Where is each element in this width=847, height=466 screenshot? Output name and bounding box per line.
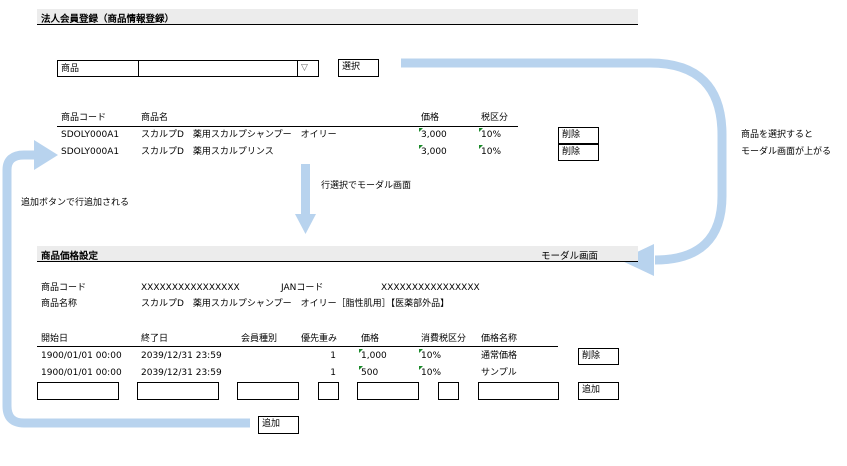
page-header: 法人会員登録（商品情報登録） bbox=[37, 9, 638, 25]
row-priority: 1 bbox=[330, 351, 336, 361]
row-priority: 1 bbox=[330, 368, 336, 378]
name-label: 商品名称 bbox=[41, 299, 78, 309]
row-tax: 10% bbox=[481, 130, 502, 140]
select-note-line2: モーダル画面が上がる bbox=[741, 147, 832, 157]
new-price-input[interactable] bbox=[357, 382, 419, 400]
new-tax-input[interactable] bbox=[438, 382, 459, 400]
col-header-product-name: 商品名 bbox=[141, 113, 169, 123]
new-end-input[interactable] bbox=[137, 382, 219, 400]
col-header-priority: 優先重み bbox=[301, 334, 338, 344]
row-price: 3,000 bbox=[421, 147, 447, 157]
row-price: 1,000 bbox=[361, 351, 387, 361]
name-value: スカルプD 薬用スカルプシャンプー オイリー［脂性肌用］【医薬部外品】 bbox=[141, 299, 450, 309]
col-header-price: 価格 bbox=[421, 113, 440, 123]
modal-label: モーダル画面 bbox=[541, 251, 599, 262]
row-product-name: スカルプD 薬用スカルプリンス bbox=[141, 147, 274, 157]
col-header-tax: 税区分 bbox=[481, 113, 509, 123]
row-start: 1900/01/01 00:00 bbox=[41, 368, 122, 378]
add-row-button[interactable]: 追加 bbox=[578, 382, 619, 400]
row-price-name: 通常価格 bbox=[481, 351, 518, 361]
new-priority-input[interactable] bbox=[318, 382, 339, 400]
modal-header: 商品価格設定 モーダル画面 bbox=[37, 246, 638, 262]
page-header-underline bbox=[37, 24, 638, 25]
row-end: 2039/12/31 23:59 bbox=[141, 368, 222, 378]
row-select-note: 行選択でモーダル画面 bbox=[321, 181, 412, 191]
chevron-down-icon[interactable]: ▽ bbox=[301, 62, 308, 74]
jan-label: JANコード bbox=[281, 283, 324, 293]
add-button[interactable]: 追加 bbox=[258, 416, 299, 434]
jan-value: XXXXXXXXXXXXXXXX bbox=[381, 283, 480, 293]
delete-button[interactable]: 削除 bbox=[558, 127, 599, 144]
code-value: XXXXXXXXXXXXXXXX bbox=[141, 283, 240, 293]
product-label: 商品 bbox=[61, 64, 80, 74]
delete-button[interactable]: 削除 bbox=[558, 144, 599, 161]
row-product-code: SDOLY000A1 bbox=[61, 130, 120, 140]
dropdown-divider bbox=[297, 61, 298, 76]
product-table-header-line bbox=[57, 126, 518, 127]
row-price: 3,000 bbox=[421, 130, 447, 140]
select-note-line1: 商品を選択すると bbox=[741, 130, 814, 140]
row-tax: 10% bbox=[421, 351, 442, 361]
modal-header-underline bbox=[37, 261, 638, 262]
row-select-arrow-shaft bbox=[301, 164, 310, 214]
row-add-arrowhead bbox=[34, 140, 58, 170]
row-start: 1900/01/01 00:00 bbox=[41, 351, 122, 361]
delete-button[interactable]: 削除 bbox=[578, 348, 619, 365]
row-price-name: サンプル bbox=[481, 368, 517, 378]
col-header-product-code: 商品コード bbox=[61, 113, 107, 123]
select-button[interactable]: 選択 bbox=[338, 59, 379, 77]
new-price-name-input[interactable] bbox=[478, 382, 559, 400]
new-member-input[interactable] bbox=[237, 382, 299, 400]
code-label: 商品コード bbox=[41, 283, 87, 293]
modal-open-arrow bbox=[401, 58, 727, 265]
row-price: 500 bbox=[361, 368, 379, 378]
new-start-input[interactable] bbox=[37, 382, 119, 400]
row-product-name: スカルプD 薬用スカルプシャンプー オイリー bbox=[141, 130, 337, 140]
row-end: 2039/12/31 23:59 bbox=[141, 351, 222, 361]
product-select[interactable]: ▽ bbox=[138, 60, 319, 77]
row-product-code: SDOLY000A1 bbox=[61, 147, 120, 157]
add-note: 追加ボタンで行追加される bbox=[21, 198, 130, 208]
row-tax: 10% bbox=[481, 147, 502, 157]
col-header-price-name: 価格名称 bbox=[481, 334, 518, 344]
product-label-cell: 商品 bbox=[57, 60, 139, 77]
col-header-start: 開始日 bbox=[41, 334, 69, 344]
price-table-header-line bbox=[37, 346, 558, 347]
row-select-arrowhead bbox=[295, 214, 316, 234]
col-header-price: 価格 bbox=[361, 334, 380, 344]
col-header-member: 会員種別 bbox=[241, 334, 278, 344]
col-header-end: 終了日 bbox=[141, 334, 169, 344]
modal-title: 商品価格設定 bbox=[41, 251, 99, 262]
page-title: 法人会員登録（商品情報登録） bbox=[41, 14, 175, 25]
row-tax: 10% bbox=[421, 368, 442, 378]
col-header-tax: 消費税区分 bbox=[421, 334, 467, 344]
